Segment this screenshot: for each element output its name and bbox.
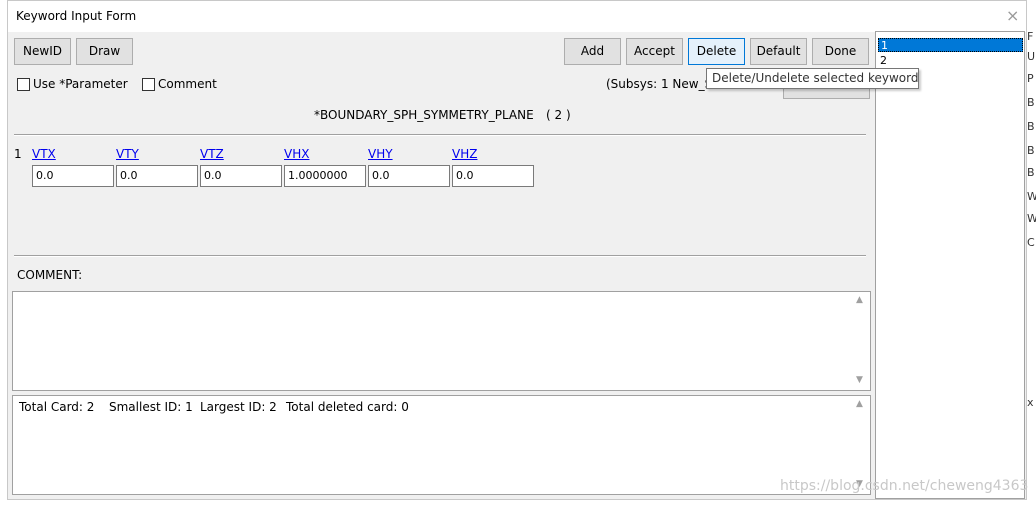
window-title: Keyword Input Form [16, 9, 137, 23]
delete-button[interactable]: Delete [688, 38, 745, 65]
use-parameter-checkbox[interactable] [17, 78, 30, 91]
field-header-vhz[interactable]: VHZ [452, 147, 477, 161]
watermark: https://blog.csdn.net/cheweng4363 [780, 478, 1029, 494]
scroll-up-icon[interactable]: ▲ [856, 295, 863, 305]
comment-checkbox-label: Comment [158, 77, 217, 91]
comment-scrollbar[interactable]: ▲ ▼ [853, 292, 870, 390]
field-header-vty[interactable]: VTY [116, 147, 139, 161]
keyword-count: ( 2 ) [546, 108, 571, 122]
id-listbox[interactable]: 1 2 [875, 31, 1025, 499]
status-smallest-id: Smallest ID: 1 [109, 400, 193, 414]
draw-button[interactable]: Draw [76, 38, 133, 65]
field-header-vhx[interactable]: VHX [284, 147, 309, 161]
comment-label: COMMENT: [17, 268, 83, 282]
status-total-card: Total Card: 2 [19, 400, 95, 414]
subsys-label: (Subsys: 1 New_S [606, 77, 713, 91]
field-header-vtz[interactable]: VTZ [200, 147, 224, 161]
default-button[interactable]: Default [750, 38, 807, 65]
title-bar: Keyword Input Form × [8, 1, 1026, 32]
status-textarea[interactable]: Total Card: 2 Smallest ID: 1 Largest ID:… [12, 395, 871, 495]
field-input-vtz[interactable]: 0.0 [200, 165, 282, 187]
scroll-down-icon[interactable]: ▼ [856, 375, 863, 385]
card-row-number: 1 [14, 147, 22, 161]
field-input-vty[interactable]: 0.0 [116, 165, 198, 187]
newid-button[interactable]: NewID [14, 38, 71, 65]
field-header-vhy[interactable]: VHY [368, 147, 393, 161]
add-button[interactable]: Add [564, 38, 621, 65]
field-input-vhx[interactable]: 1.0000000 [284, 165, 366, 187]
scroll-up-icon[interactable]: ▲ [856, 399, 863, 409]
done-button[interactable]: Done [812, 38, 869, 65]
field-input-vhy[interactable]: 0.0 [368, 165, 450, 187]
background-window-edge: F [1027, 30, 1034, 43]
keyword-name: *BOUNDARY_SPH_SYMMETRY_PLANE [314, 108, 534, 122]
use-parameter-label: Use *Parameter [33, 77, 128, 91]
accept-button[interactable]: Accept [626, 38, 683, 65]
list-item[interactable]: 1 [878, 38, 1023, 52]
field-header-vtx[interactable]: VTX [32, 147, 56, 161]
comment-textarea[interactable]: ▲ ▼ [12, 291, 871, 391]
field-input-vtx[interactable]: 0.0 [32, 165, 114, 187]
field-input-vhz[interactable]: 0.0 [452, 165, 534, 187]
delete-tooltip: Delete/Undelete selected keyword [706, 68, 919, 89]
status-total-deleted: Total deleted card: 0 [286, 400, 409, 414]
status-largest-id: Largest ID: 2 [200, 400, 277, 414]
close-icon[interactable]: × [1006, 6, 1019, 25]
comment-checkbox[interactable] [142, 78, 155, 91]
list-item[interactable]: 2 [878, 54, 1023, 68]
